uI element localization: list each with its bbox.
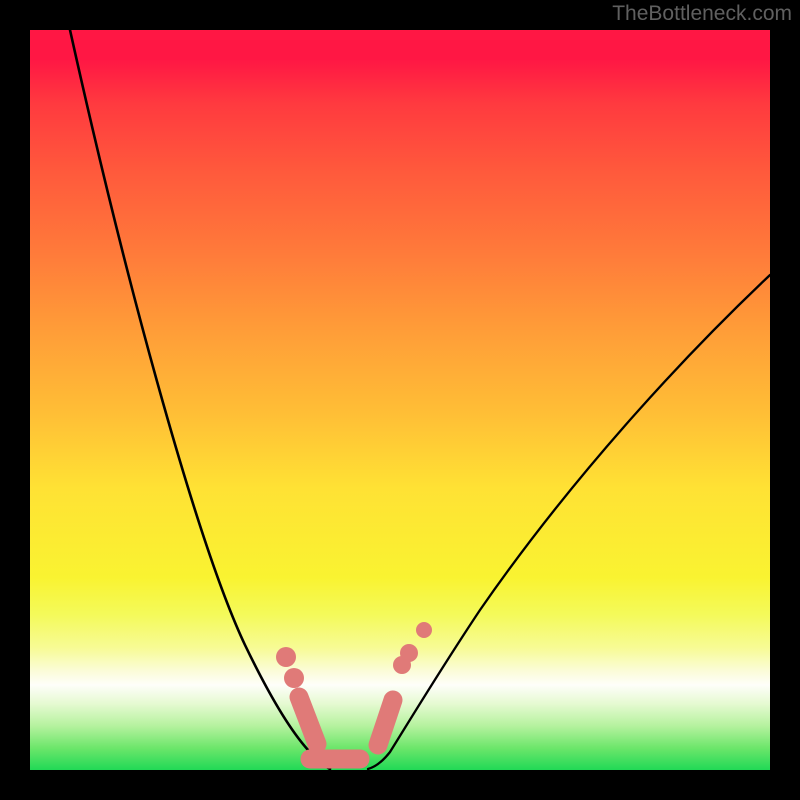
marker-left-dot-1 <box>284 668 304 688</box>
marker-left-dot-0 <box>276 647 296 667</box>
watermark-text: TheBottleneck.com <box>612 2 792 26</box>
chart-svg <box>30 30 770 770</box>
marker-right-segment <box>378 700 393 745</box>
right-curve <box>368 275 770 769</box>
marker-right-dot-2 <box>416 622 432 638</box>
marker-right-dot-1 <box>400 644 418 662</box>
chart-plot-area <box>30 30 770 770</box>
marker-left-segment <box>299 697 317 744</box>
